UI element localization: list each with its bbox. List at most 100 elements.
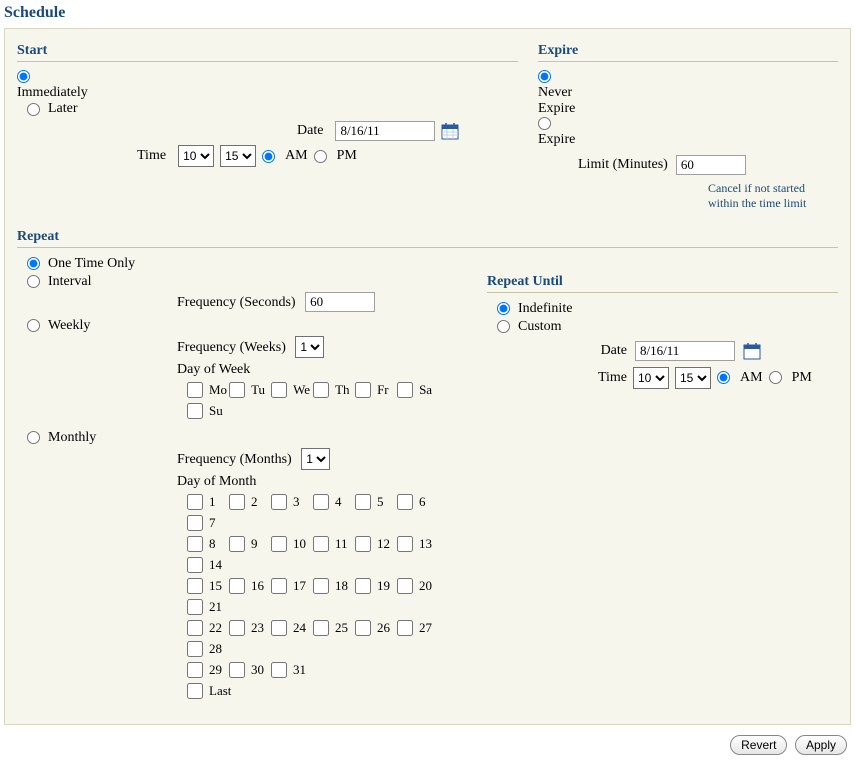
dom-label: 26 (377, 620, 395, 636)
dom-checkbox-26[interactable] (355, 620, 371, 636)
dom-checkbox-24[interactable] (271, 620, 287, 636)
freq-months-select[interactable]: 1 (301, 448, 330, 470)
dom-cell-2: 2 (229, 494, 269, 510)
dom-checkbox-31[interactable] (271, 662, 287, 678)
dom-checkbox-14[interactable] (187, 557, 203, 573)
dom-checkbox-5[interactable] (355, 494, 371, 510)
dom-cell-4: 4 (313, 494, 353, 510)
dom-cell-30: 30 (229, 662, 269, 678)
dom-checkbox-11[interactable] (313, 536, 329, 552)
dom-label: 27 (419, 620, 437, 636)
runtil-custom-radio[interactable] (497, 320, 510, 333)
dom-checkbox-8[interactable] (187, 536, 203, 552)
calendar-icon[interactable] (441, 122, 459, 140)
dom-label: 23 (251, 620, 269, 636)
start-pm-radio[interactable] (314, 150, 327, 163)
dom-checkbox-3[interactable] (271, 494, 287, 510)
repeat-weekly-label: Weekly (48, 318, 90, 334)
dom-label: 25 (335, 620, 353, 636)
start-hour-select[interactable]: 10 (178, 145, 214, 167)
expire-expire-radio[interactable] (538, 117, 551, 130)
dom-checkbox-last[interactable] (187, 683, 203, 699)
dom-checkbox-30[interactable] (229, 662, 245, 678)
runtil-indef-radio[interactable] (497, 302, 510, 315)
expire-never-radio[interactable] (538, 70, 551, 83)
start-date-input[interactable] (335, 121, 435, 141)
runtil-indef-label: Indefinite (518, 301, 572, 317)
dom-checkbox-17[interactable] (271, 578, 287, 594)
dom-checkbox-29[interactable] (187, 662, 203, 678)
dom-checkbox-16[interactable] (229, 578, 245, 594)
start-later-radio[interactable] (27, 103, 40, 116)
dom-cell-8: 8 (187, 536, 227, 552)
dow-checkbox-sa[interactable] (397, 382, 413, 398)
dom-checkbox-2[interactable] (229, 494, 245, 510)
dow-label: Su (209, 403, 227, 419)
dom-checkbox-21[interactable] (187, 599, 203, 615)
dom-checkbox-25[interactable] (313, 620, 329, 636)
dom-checkbox-13[interactable] (397, 536, 413, 552)
dom-checkbox-4[interactable] (313, 494, 329, 510)
dom-label: 30 (251, 662, 269, 678)
dom-label: 15 (209, 578, 227, 594)
expire-limit-input[interactable] (676, 155, 746, 175)
dom-label: 31 (293, 662, 311, 678)
dom-checkbox-9[interactable] (229, 536, 245, 552)
dow-label: Sa (419, 382, 437, 398)
repeat-onetime-label: One Time Only (48, 256, 135, 272)
start-immediately-radio[interactable] (17, 70, 30, 83)
start-heading: Start (17, 35, 518, 59)
dom-label: Day of Month (177, 474, 467, 490)
repeat-interval-radio[interactable] (27, 275, 40, 288)
dom-cell-17: 17 (271, 578, 311, 594)
dom-label: 4 (335, 494, 353, 510)
freq-weeks-select[interactable]: 1 (295, 336, 324, 358)
dom-label: 18 (335, 578, 353, 594)
start-minute-select[interactable]: 15 (220, 145, 256, 167)
runtil-am-radio[interactable] (717, 371, 730, 384)
dow-label: Th (335, 382, 353, 398)
dom-label: 1 (209, 494, 227, 510)
dom-cell-27: 27 (397, 620, 437, 636)
dow-checkbox-mo[interactable] (187, 382, 203, 398)
repeat-interval-label: Interval (48, 274, 92, 290)
button-bar: Revert Apply (0, 725, 855, 763)
apply-button[interactable]: Apply (795, 735, 847, 755)
repeat-monthly-radio[interactable] (27, 431, 40, 444)
dom-checkbox-6[interactable] (397, 494, 413, 510)
dom-label: 8 (209, 536, 227, 552)
dom-checkbox-18[interactable] (313, 578, 329, 594)
dom-checkbox-1[interactable] (187, 494, 203, 510)
freq-seconds-input[interactable] (305, 292, 375, 312)
dow-checkbox-su[interactable] (187, 403, 203, 419)
dom-checkbox-28[interactable] (187, 641, 203, 657)
repeat-weekly-radio[interactable] (27, 319, 40, 332)
dom-checkbox-23[interactable] (229, 620, 245, 636)
runtil-hour-select[interactable]: 10 (633, 367, 669, 389)
dow-checkbox-fr[interactable] (355, 382, 371, 398)
dom-checkbox-27[interactable] (397, 620, 413, 636)
repeat-onetime-radio[interactable] (27, 257, 40, 270)
dom-checkbox-10[interactable] (271, 536, 287, 552)
calendar-icon[interactable] (743, 342, 761, 360)
dom-checkbox-19[interactable] (355, 578, 371, 594)
dom-label: 7 (209, 515, 227, 531)
runtil-pm-label: PM (792, 370, 812, 386)
dow-checkbox-th[interactable] (313, 382, 329, 398)
start-am-label: AM (285, 148, 308, 164)
revert-button[interactable]: Revert (730, 735, 787, 755)
dom-checkbox-7[interactable] (187, 515, 203, 531)
dom-cell-31: 31 (271, 662, 311, 678)
dow-checkbox-tu[interactable] (229, 382, 245, 398)
dow-checkbox-we[interactable] (271, 382, 287, 398)
dom-cell-10: 10 (271, 536, 311, 552)
runtil-pm-radio[interactable] (769, 371, 782, 384)
dom-checkbox-12[interactable] (355, 536, 371, 552)
dom-last-label: Last (209, 683, 231, 699)
runtil-date-input[interactable] (635, 341, 735, 361)
dom-checkbox-15[interactable] (187, 578, 203, 594)
dom-checkbox-22[interactable] (187, 620, 203, 636)
runtil-minute-select[interactable]: 15 (675, 367, 711, 389)
start-am-radio[interactable] (262, 150, 275, 163)
dom-checkbox-20[interactable] (397, 578, 413, 594)
